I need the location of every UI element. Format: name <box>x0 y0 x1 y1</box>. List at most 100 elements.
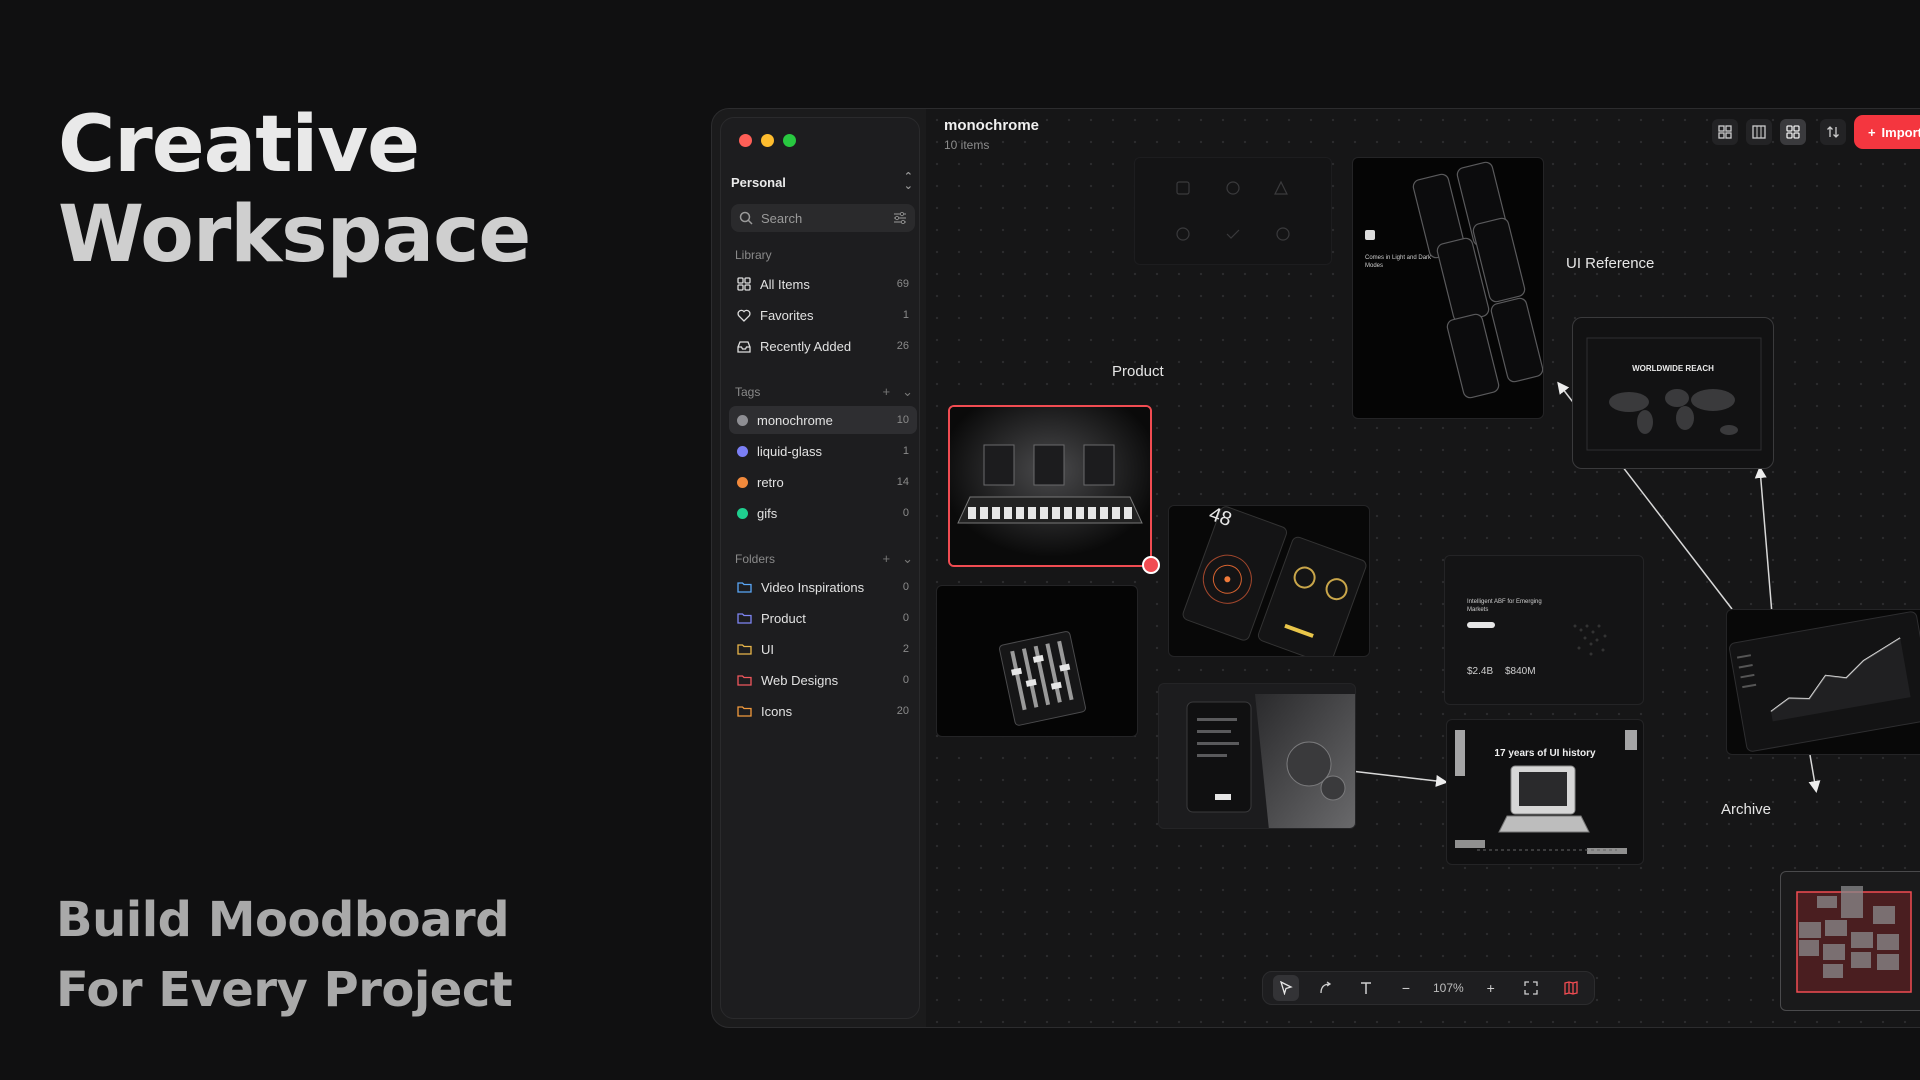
text-tool-button[interactable] <box>1353 975 1379 1001</box>
hero-title-line1: Creative <box>58 100 420 190</box>
sidebar-tag-retro[interactable]: retro 14 <box>729 468 917 496</box>
music-player-card[interactable] <box>1158 683 1356 829</box>
stat-total: $2.4B <box>1467 666 1494 677</box>
chevron-updown-icon: ⌃ ⌄ <box>903 171 913 192</box>
tag-count: 0 <box>902 507 909 519</box>
tag-color-dot <box>737 445 748 457</box>
sidebar-item-label: All Items <box>760 276 810 292</box>
canvas-header: monochrome 10 items <box>944 117 1039 152</box>
sort-button[interactable] <box>1819 119 1846 145</box>
dial-preview <box>1182 506 1367 656</box>
column-view-icon <box>1752 125 1766 139</box>
hero-subtitle-line2: For Every Project <box>56 962 513 1018</box>
phone-mockups-card[interactable]: Comes in Light and Dark Modes <box>1352 157 1544 419</box>
map-icon <box>1564 981 1578 995</box>
retro-computer-preview <box>1455 730 1637 854</box>
library-section-label: Library <box>735 248 913 262</box>
column-view-button[interactable] <box>1745 119 1772 145</box>
import-button[interactable]: + Import <box>1853 115 1920 149</box>
import-label: Import <box>1881 124 1920 140</box>
tag-label: retro <box>757 474 784 490</box>
icons-card[interactable] <box>1134 157 1332 265</box>
close-window-button[interactable] <box>739 134 752 147</box>
sidebar-item-recently-added[interactable]: Recently Added 26 <box>729 332 917 360</box>
synth-product-card[interactable] <box>948 405 1152 567</box>
fullscreen-icon <box>1524 981 1538 995</box>
tags-label: Tags <box>735 385 761 399</box>
folder-label: Web Designs <box>761 672 839 688</box>
map-dots-preview <box>1573 624 1607 656</box>
minimap[interactable] <box>1780 871 1920 1011</box>
player-preview <box>1186 694 1355 828</box>
library-label: Library <box>735 248 772 262</box>
zoom-out-button[interactable]: − <box>1393 975 1419 1001</box>
minimize-window-button[interactable] <box>761 134 774 147</box>
fit-screen-button[interactable] <box>1518 975 1544 1001</box>
workspace-name: Personal <box>731 174 786 190</box>
folder-icon <box>737 706 752 717</box>
filter-icon[interactable] <box>893 212 907 224</box>
tag-count: 1 <box>902 445 909 457</box>
folders-label: Folders <box>735 552 776 566</box>
sidebar-tag-monochrome[interactable]: monochrome 10 <box>729 406 917 434</box>
arrow-to-worldwide <box>1754 466 1773 615</box>
icon-grid-preview <box>1176 180 1290 241</box>
chart-preview <box>1729 611 1920 752</box>
minimap-toggle-button[interactable] <box>1558 975 1584 1001</box>
tags-section-label: Tags + ⌄ <box>735 384 913 400</box>
folder-label: Product <box>761 610 806 626</box>
maximize-window-button[interactable] <box>783 134 796 147</box>
sidebar-item-favorites[interactable]: Favorites 1 <box>729 301 917 329</box>
label-product: Product <box>1112 363 1164 380</box>
collapse-tags-icon[interactable]: ⌄ <box>902 384 913 400</box>
app-window: Personal ⌃ ⌄ Search Library All Items 69 … <box>711 108 1920 1028</box>
sidebar-item-all-items[interactable]: All Items 69 <box>729 270 917 298</box>
tag-color-dot <box>737 507 748 519</box>
sidebar-folder-video-inspirations[interactable]: Video Inspirations 0 <box>729 573 917 601</box>
resize-handle[interactable] <box>1142 556 1160 574</box>
sidebar-folder-icons[interactable]: Icons 20 <box>729 697 917 725</box>
label-archive: Archive <box>1721 801 1772 818</box>
sidebar-folder-product[interactable]: Product 0 <box>729 604 917 632</box>
sidebar-tag-gifs[interactable]: gifs 0 <box>729 499 917 527</box>
financial-dashboard-card[interactable] <box>1726 609 1920 755</box>
tag-label: gifs <box>757 505 778 521</box>
sort-icon <box>1826 126 1839 138</box>
phone-mockups-preview <box>1365 161 1543 399</box>
label-ui-reference: UI Reference <box>1566 255 1655 272</box>
zoom-level: 107% <box>1433 981 1464 995</box>
ui-history-card[interactable]: 17 years of UI history <box>1446 719 1644 865</box>
tag-color-dot <box>737 414 748 426</box>
mixer-preview <box>999 631 1087 726</box>
text-icon <box>1361 982 1371 994</box>
window-controls <box>739 134 796 147</box>
canvas-item-count: 10 items <box>944 138 990 152</box>
zoom-in-button[interactable]: + <box>1478 975 1504 1001</box>
dial-dashboard-card[interactable]: 48 <box>1168 505 1370 657</box>
folder-count: 0 <box>902 581 909 593</box>
inbox-icon <box>737 340 751 353</box>
sidebar-folder-web-designs[interactable]: Web Designs 0 <box>729 666 917 694</box>
canvas-title: monochrome <box>944 117 1040 134</box>
folder-count: 0 <box>902 612 909 624</box>
grid-view-button[interactable] <box>1711 119 1738 145</box>
workspace-switcher[interactable]: Personal ⌃ ⌄ <box>731 170 913 194</box>
arrow-to-ui-history <box>1350 770 1448 787</box>
collapse-folders-icon[interactable]: ⌄ <box>902 551 913 567</box>
arrow-to-archive <box>1808 754 1821 793</box>
minus-icon: − <box>1401 980 1411 996</box>
connector-tool-button[interactable] <box>1313 975 1339 1001</box>
add-folder-icon[interactable]: + <box>883 551 891 567</box>
sidebar-folder-ui[interactable]: UI 2 <box>729 635 917 663</box>
add-tag-icon[interactable]: + <box>883 384 891 400</box>
worldwide-reach-card[interactable]: WORLDWIDE REACH <box>1572 317 1774 469</box>
select-tool-button[interactable] <box>1273 975 1299 1001</box>
abf-dashboard-card[interactable]: Intelligent ABF for Emerging Markets $2.… <box>1444 555 1644 705</box>
moodboard-canvas[interactable]: monochrome 10 items + Import Comes in Li… <box>926 109 1920 1027</box>
sidebar-tag-liquid-glass[interactable]: liquid-glass 1 <box>729 437 917 465</box>
hero-subtitle: Build Moodboard For Every Project <box>56 885 513 1025</box>
search-input[interactable]: Search <box>731 204 915 232</box>
item-count: 1 <box>902 309 909 321</box>
mixer-product-card[interactable] <box>936 585 1138 737</box>
canvas-view-button[interactable] <box>1779 119 1806 145</box>
